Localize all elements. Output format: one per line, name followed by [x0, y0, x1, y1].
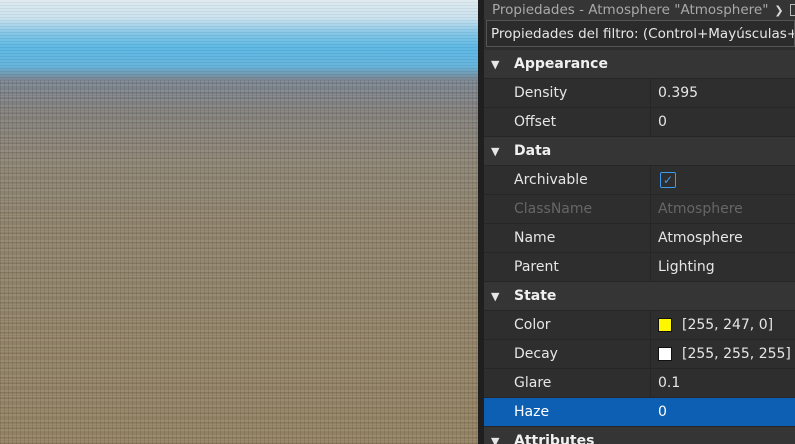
property-value-name[interactable]: Atmosphere [651, 224, 795, 252]
property-list: ▼ Appearance Density 0.395 Offset 0 ▼ Da… [484, 50, 795, 444]
property-value-color[interactable]: [255, 247, 0] [682, 317, 773, 333]
3d-viewport[interactable] [0, 0, 478, 444]
property-value-decay[interactable]: [255, 255, 255] [682, 346, 791, 362]
section-label: Attributes [514, 433, 595, 444]
property-name: Offset [484, 108, 651, 136]
section-label: Appearance [514, 56, 608, 72]
property-row-parent[interactable]: Parent Lighting [484, 253, 795, 282]
property-row-offset[interactable]: Offset 0 [484, 108, 795, 137]
archivable-checkbox[interactable]: ✓ [660, 172, 676, 188]
property-value-offset[interactable]: 0 [651, 108, 795, 136]
property-name: Haze [484, 398, 651, 426]
property-row-color[interactable]: Color [255, 247, 0] [484, 311, 795, 340]
property-value-classname: Atmosphere [658, 201, 743, 217]
property-row-glare[interactable]: Glare 0.1 [484, 369, 795, 398]
collapse-triangle-icon[interactable]: ▼ [491, 435, 503, 444]
section-attributes[interactable]: ▼ Attributes [484, 427, 795, 444]
property-name: Color [484, 311, 651, 339]
property-name: Parent [484, 253, 651, 281]
property-name: Archivable [484, 166, 651, 194]
property-value-haze[interactable]: 0 [651, 398, 795, 426]
property-name: Decay [484, 340, 651, 368]
property-value-parent[interactable]: Lighting [651, 253, 795, 281]
property-name: Glare [484, 369, 651, 397]
section-label: Data [514, 143, 552, 159]
section-appearance[interactable]: ▼ Appearance [484, 50, 795, 79]
panel-title: Propiedades - Atmosphere "Atmosphere" [492, 2, 769, 18]
filter-placeholder: Propiedades del filtro: (Control+Mayúscu… [491, 25, 795, 42]
collapse-triangle-icon[interactable]: ▼ [491, 145, 503, 158]
property-row-haze[interactable]: Haze 0 [484, 398, 795, 427]
dock-icon[interactable] [789, 4, 795, 16]
property-row-classname: ClassName Atmosphere [484, 195, 795, 224]
property-row-archivable[interactable]: Archivable ✓ [484, 166, 795, 195]
terrain-ground [0, 80, 478, 444]
property-row-decay[interactable]: Decay [255, 255, 255] [484, 340, 795, 369]
section-state[interactable]: ▼ State [484, 282, 795, 311]
property-value-glare[interactable]: 0.1 [651, 369, 795, 397]
section-data[interactable]: ▼ Data [484, 137, 795, 166]
property-name: Name [484, 224, 651, 252]
property-row-name[interactable]: Name Atmosphere [484, 224, 795, 253]
color-swatch[interactable] [658, 347, 672, 361]
color-swatch[interactable] [658, 318, 672, 332]
section-label: State [514, 288, 557, 304]
collapse-triangle-icon[interactable]: ▼ [491, 58, 503, 71]
chevron-down-icon[interactable]: ❯ [774, 4, 783, 17]
properties-panel: Propiedades - Atmosphere "Atmosphere" ❯ … [484, 0, 795, 444]
panel-titlebar: Propiedades - Atmosphere "Atmosphere" ❯ [484, 0, 795, 20]
property-name: ClassName [484, 195, 651, 223]
property-name: Density [484, 79, 651, 107]
property-row-density[interactable]: Density 0.395 [484, 79, 795, 108]
filter-input[interactable]: Propiedades del filtro: (Control+Mayúscu… [486, 20, 795, 47]
collapse-triangle-icon[interactable]: ▼ [491, 290, 503, 303]
property-value-density[interactable]: 0.395 [651, 79, 795, 107]
